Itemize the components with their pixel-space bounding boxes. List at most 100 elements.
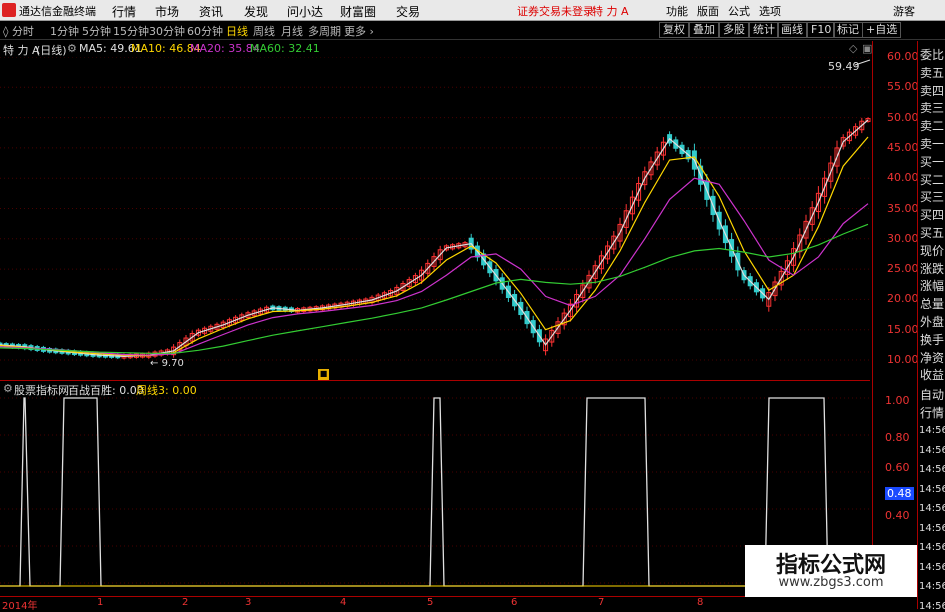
low-price-label: ← 9.70: [150, 358, 184, 369]
trade-time: 14:56: [919, 581, 945, 592]
ma-header: 特 力 A (日线) ⚙ MA5: 49.61 MA10: 46.84 MA20…: [0, 41, 872, 57]
app-brand: 通达信金融终端: [19, 5, 96, 18]
period-timeshare[interactable]: ◊ 分时: [3, 23, 34, 39]
trade-time: 14:56: [919, 503, 945, 514]
period-1min[interactable]: 1分钟: [50, 23, 79, 39]
settings-gear-icon[interactable]: ⚙: [67, 42, 77, 55]
menu-market[interactable]: 市场: [155, 3, 179, 20]
quote-field-label[interactable]: 卖四: [920, 82, 944, 99]
period-more[interactable]: 更多 ›: [344, 23, 374, 39]
menu-wealth-circle[interactable]: 财富圈: [340, 3, 376, 20]
menu-discover[interactable]: 发现: [244, 3, 268, 20]
price-tick-label: 25.00: [887, 262, 919, 276]
low-price-value: 9.70: [161, 358, 184, 369]
side-tab-1[interactable]: 行情: [920, 404, 944, 421]
current-stock-name: 特 力 A: [592, 5, 629, 18]
quote-field-label[interactable]: 外盘: [920, 313, 944, 330]
price-tick-label: 60.00: [887, 50, 919, 63]
period-multi[interactable]: 多周期: [308, 23, 341, 39]
menu-trade[interactable]: 交易: [396, 3, 420, 20]
date-tick-label: 6: [511, 597, 518, 608]
quote-field-label[interactable]: 收益: [920, 366, 944, 383]
trade-time: 14:56: [919, 522, 945, 534]
date-tick-label: 1: [97, 597, 104, 608]
indicator-settings-icon[interactable]: ⚙: [3, 382, 13, 395]
quote-field-label[interactable]: 卖一: [920, 135, 944, 152]
date-tick-label: 2: [182, 597, 189, 608]
period-weekly[interactable]: 周线: [253, 23, 275, 39]
period-15min[interactable]: 15分钟: [113, 23, 149, 39]
guest-label[interactable]: 游客: [893, 3, 915, 19]
side-tab-0[interactable]: 自动: [920, 386, 944, 403]
overlay-button[interactable]: 叠加: [689, 22, 719, 38]
draw-line-button[interactable]: 画线: [777, 22, 807, 38]
menu-bar: 通达信金融终端 行情 市场 资讯 发现 问小达 财富圈 交易 证券交易未登录 特…: [0, 0, 945, 21]
period-monthly[interactable]: 月线: [281, 23, 303, 39]
quote-field-label[interactable]: 卖三: [920, 99, 944, 116]
indicator-line: [0, 397, 870, 587]
quote-field-label[interactable]: 涨跌: [920, 260, 944, 277]
window-icon[interactable]: ▣: [862, 42, 872, 55]
price-tick-label: 20.00: [887, 292, 919, 306]
period-daily[interactable]: 日线: [226, 23, 248, 39]
trade-time: 14:56: [919, 464, 945, 475]
menu-quotes[interactable]: 行情: [112, 3, 136, 20]
quote-field-label[interactable]: 换手: [920, 331, 944, 348]
quote-field-label[interactable]: 买三: [920, 188, 944, 205]
statistics-button[interactable]: 统计: [749, 22, 779, 38]
indicator-header: ⚙ 股票指标网 百战百胜: 0.00 周线3: 0.00: [0, 380, 870, 397]
indicator-tick-label: 0.80: [885, 431, 910, 444]
indicator-tick-label: 0.60: [885, 461, 910, 474]
period-30min[interactable]: 30分钟: [149, 23, 185, 39]
quote-side-panel: 委比 卖五 卖四 卖三 卖二 卖一 买一 买二 买三 买四 买五 现价 涨跌 涨幅 总量 外盘 换手 净资 收益自动…: [917, 41, 945, 612]
period-toolbar: ◊ 分时 1分钟 5分钟 15分钟 30分钟 60分钟 日线 周线 月线 多周期…: [0, 21, 945, 56]
ma-line-ma10: [0, 136, 869, 357]
price-tick-label: 50.00: [887, 110, 919, 124]
period-more-label: 更多: [344, 25, 366, 38]
trade-time: 14:56: [919, 425, 945, 436]
multi-stock-button[interactable]: 多股: [719, 22, 749, 38]
high-price-label: 59.49: [828, 60, 860, 73]
login-warning[interactable]: 证券交易未登录: [517, 3, 594, 19]
trade-time: 14:56: [919, 542, 945, 553]
trade-time: 14:56: [919, 483, 945, 495]
add-favorite-button[interactable]: +自选: [862, 22, 902, 38]
quote-field-label[interactable]: 委比: [920, 46, 944, 63]
quote-field-label[interactable]: 卖二: [920, 117, 944, 134]
price-tick-label: 55.00: [887, 80, 919, 94]
quote-field-label[interactable]: 买四: [920, 206, 944, 223]
menu-layout[interactable]: 版面: [697, 3, 719, 19]
kline-chart[interactable]: [0, 57, 872, 380]
menu-options[interactable]: 选项: [759, 3, 781, 19]
indicator-chart[interactable]: [0, 396, 872, 596]
period-5min[interactable]: 5分钟: [82, 23, 111, 39]
ma-line-ma60: [0, 223, 869, 354]
trade-time: 14:56: [919, 561, 945, 573]
mark-button[interactable]: 标记: [833, 22, 863, 38]
menu-news[interactable]: 资讯: [199, 3, 223, 20]
date-tick-label: 8: [697, 597, 704, 608]
quote-field-label[interactable]: 总量: [920, 295, 944, 312]
ma60-value: MA60: 32.41: [250, 42, 320, 55]
price-tick-label: 15.00: [887, 322, 919, 336]
price-tick-label: 35.00: [887, 201, 919, 215]
quote-field-label[interactable]: 买五: [920, 224, 944, 241]
quote-field-label[interactable]: 净资: [920, 349, 944, 366]
quote-field-label[interactable]: 买二: [920, 171, 944, 188]
quote-field-label[interactable]: 买一: [920, 153, 944, 170]
date-tick-label: 4: [340, 597, 347, 608]
menu-formula[interactable]: 公式: [728, 3, 750, 19]
menu-xiaoda[interactable]: 问小达: [287, 3, 323, 20]
quote-field-label[interactable]: 涨幅: [920, 277, 944, 294]
date-tick-label: 7: [598, 597, 605, 608]
price-tick-label: 10.00: [887, 353, 919, 366]
diamond-icon[interactable]: ◇: [849, 42, 857, 55]
quote-field-label[interactable]: 卖五: [920, 64, 944, 81]
f10-button[interactable]: F10: [807, 22, 836, 38]
menu-function[interactable]: 功能: [666, 3, 688, 19]
stock-label: 特 力 A: [3, 44, 40, 57]
adjust-button[interactable]: 复权: [659, 22, 689, 38]
period-60min[interactable]: 60分钟: [187, 23, 223, 39]
event-marker-icon[interactable]: ■: [318, 369, 329, 380]
quote-field-label[interactable]: 现价: [920, 242, 944, 259]
